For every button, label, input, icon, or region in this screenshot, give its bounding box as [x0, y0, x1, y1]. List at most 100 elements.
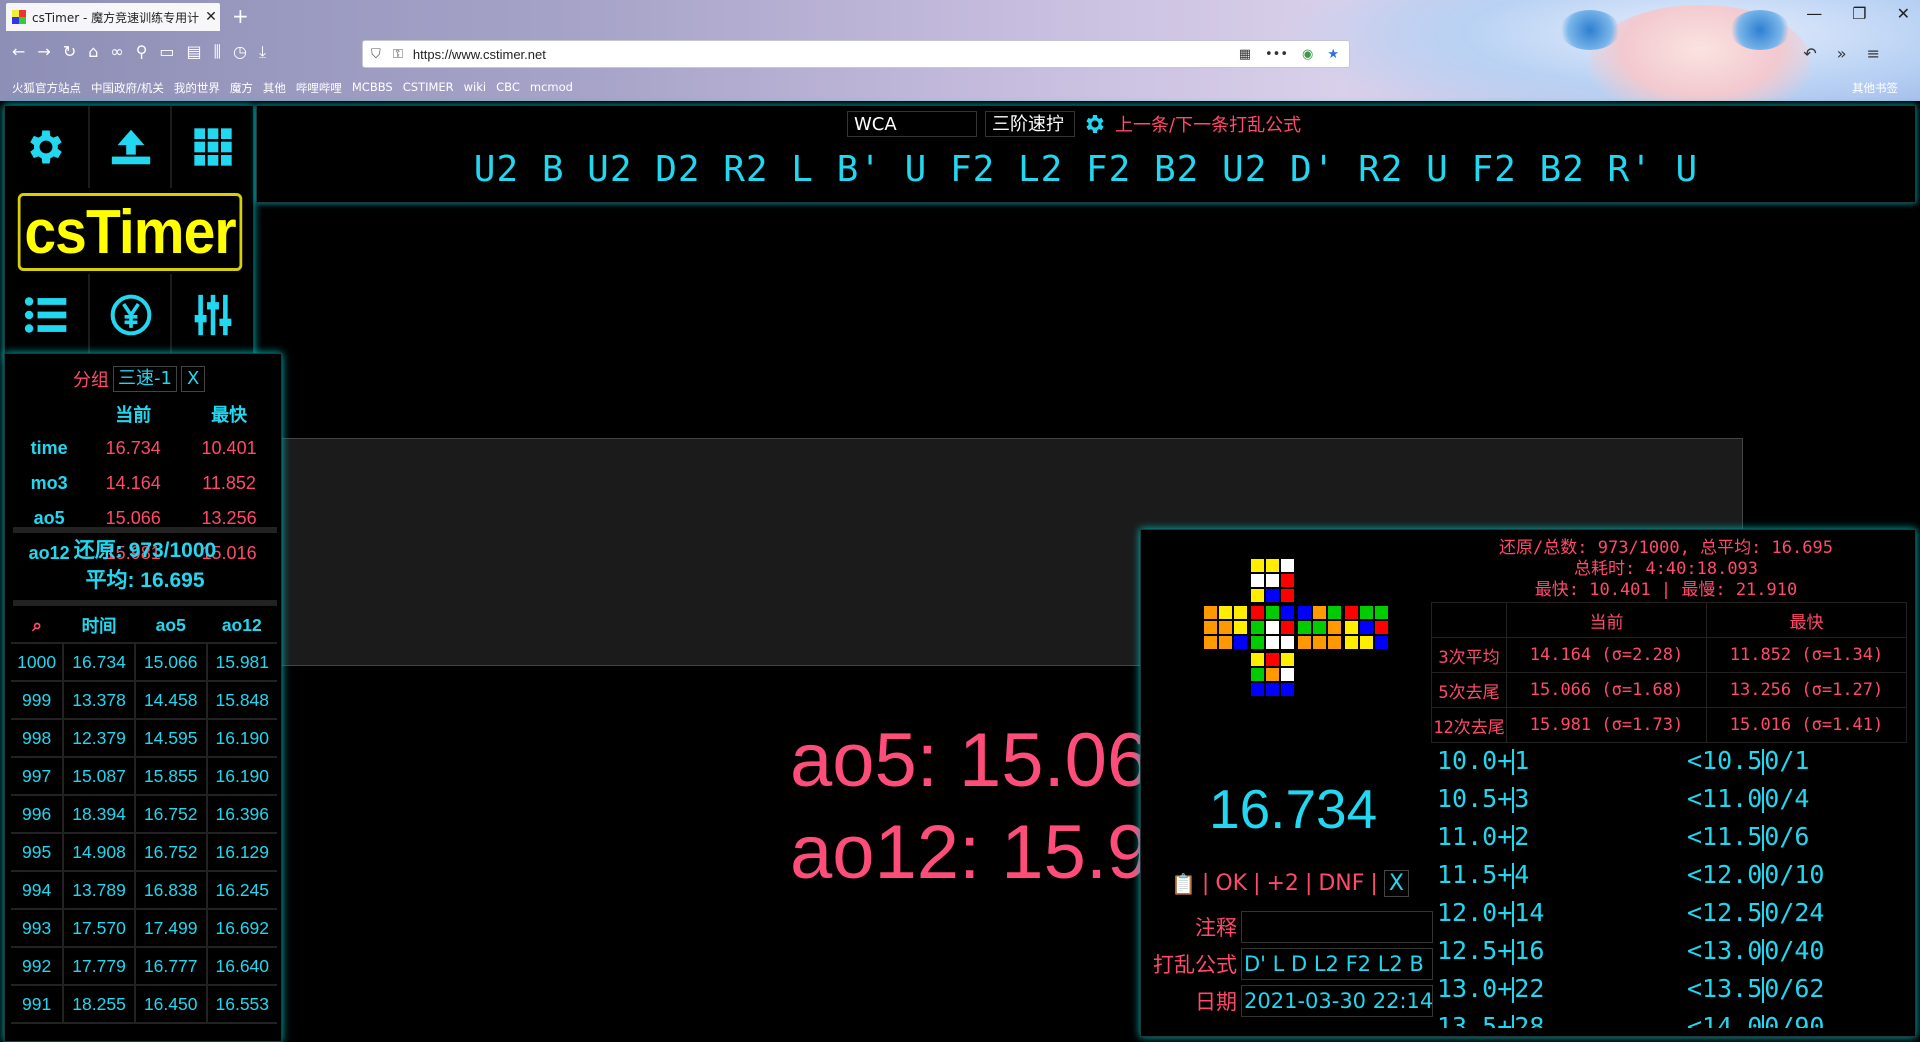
back-icon[interactable]: ← — [12, 42, 25, 62]
solve-index[interactable]: 991 — [11, 985, 65, 1024]
reload-icon[interactable]: ↻ — [63, 42, 76, 62]
maximize-icon[interactable]: ❐ — [1852, 4, 1866, 23]
stats-list-button[interactable] — [5, 274, 87, 356]
solve-ao5[interactable]: 14.458 — [134, 681, 208, 720]
solve-index[interactable]: 996 — [11, 795, 65, 834]
solve-time[interactable]: 13.378 — [63, 681, 136, 720]
table-row[interactable]: 991 18.255 16.450 16.553 — [11, 985, 277, 1024]
shield-icon[interactable]: ⛉ — [371, 47, 385, 62]
bookmark-item[interactable]: CBC — [496, 80, 520, 96]
table-row[interactable]: 995 14.908 16.752 16.129 — [11, 833, 277, 872]
solve-ao5[interactable]: 16.752 — [134, 795, 208, 834]
bookmark-item[interactable]: 魔方 — [230, 80, 253, 96]
scramble-tools-button[interactable] — [172, 106, 254, 188]
solve-ao12[interactable]: 16.190 — [206, 719, 277, 758]
solve-ao5[interactable]: 16.752 — [134, 833, 208, 872]
solve-ao5[interactable]: 16.777 — [134, 947, 208, 986]
minimize-icon[interactable]: — — [1806, 4, 1822, 23]
solve-index[interactable]: 995 — [11, 833, 65, 872]
solve-time[interactable]: 15.087 — [63, 757, 136, 796]
table-row[interactable]: 993 17.570 17.499 16.692 — [11, 909, 277, 948]
clipboard-icon[interactable]: 📋 — [1171, 872, 1196, 896]
table-row[interactable]: 997 15.087 15.855 16.190 — [11, 757, 277, 796]
note-input[interactable] — [1241, 910, 1433, 943]
solve-ao12[interactable]: 15.981 — [206, 643, 277, 682]
solve-ao12[interactable]: 16.129 — [206, 833, 277, 872]
search-icon[interactable]: ⚲ — [136, 42, 148, 62]
bookmark-item[interactable]: CSTIMER — [403, 80, 454, 96]
lock-icon[interactable]: ⚿ — [393, 47, 403, 62]
ok-button[interactable]: OK — [1215, 871, 1247, 896]
solve-index[interactable]: 997 — [11, 757, 65, 796]
scramble-value[interactable]: D' L D L2 F2 L2 B — [1241, 947, 1433, 980]
solve-time[interactable]: 16.734 — [63, 643, 136, 682]
solve-ao12[interactable]: 15.848 — [206, 681, 277, 720]
solve-time[interactable]: 13.789 — [63, 871, 136, 910]
sidebar-icon[interactable]: ▭ — [159, 42, 174, 62]
extension-icon[interactable]: ∞ — [110, 42, 123, 62]
url-bar[interactable]: ⛉ ⚿ https://www.cstimer.net ▦ ••• ◉ ★ — [362, 40, 1350, 68]
options-button[interactable] — [172, 274, 254, 356]
solve-time[interactable]: 14.908 — [63, 833, 136, 872]
donate-button[interactable] — [90, 274, 172, 356]
dnf-button[interactable]: DNF — [1318, 871, 1364, 896]
url-text[interactable]: https://www.cstimer.net — [413, 47, 546, 62]
browser-tab[interactable]: csTimer - 魔方竞速训练专用计 ✕ — [6, 3, 220, 31]
qr-icon[interactable]: ▦ — [1239, 47, 1251, 62]
solve-ao5[interactable]: 15.855 — [134, 757, 208, 796]
solve-ao12[interactable]: 16.692 — [206, 909, 277, 948]
undo-icon[interactable]: ↶ — [1803, 44, 1816, 63]
search-icon[interactable]: ⌕ — [11, 608, 64, 644]
forward-icon[interactable]: → — [37, 42, 50, 62]
session-summary[interactable]: 还原: 973/1000 平均: 16.695 — [13, 536, 277, 596]
more-icon[interactable]: ••• — [1265, 47, 1288, 62]
overflow-icon[interactable]: » — [1837, 44, 1847, 63]
gear-icon[interactable] — [1083, 112, 1107, 136]
table-row[interactable]: 999 13.378 14.458 15.848 — [11, 681, 277, 720]
solve-ao5[interactable]: 16.838 — [134, 871, 208, 910]
bookmark-item[interactable]: 哔哩哔哩 — [296, 80, 342, 96]
solve-time[interactable]: 17.570 — [63, 909, 136, 948]
plus2-button[interactable]: +2 — [1267, 871, 1299, 896]
bookmarks-other[interactable]: 其他书签 — [1852, 80, 1898, 96]
solve-ao5[interactable]: 16.450 — [134, 985, 208, 1024]
solve-index[interactable]: 993 — [11, 909, 65, 948]
solve-index[interactable]: 999 — [11, 681, 65, 720]
solve-ao12[interactable]: 16.553 — [206, 985, 277, 1024]
menu-icon[interactable]: ≡ — [1867, 44, 1880, 63]
bookmark-item[interactable]: MCBBS — [352, 80, 393, 96]
solve-ao12[interactable]: 16.190 — [206, 757, 277, 796]
cstimer-logo[interactable]: csTimer — [17, 193, 243, 271]
bookmark-item[interactable]: 火狐官方站点 — [12, 80, 81, 96]
table-row[interactable]: 996 18.394 16.752 16.396 — [11, 795, 277, 834]
table-row[interactable]: 992 17.779 16.777 16.640 — [11, 947, 277, 986]
reader-icon[interactable]: ▤ — [187, 42, 202, 62]
solve-ao12[interactable]: 16.640 — [206, 947, 277, 986]
date-value[interactable]: 2021-03-30 22:14 — [1241, 984, 1433, 1017]
new-tab-icon[interactable]: + — [232, 4, 249, 28]
bookmark-item[interactable]: 其他 — [263, 80, 286, 96]
export-button[interactable] — [90, 106, 172, 188]
solve-ao5[interactable]: 17.499 — [134, 909, 208, 948]
close-window-icon[interactable]: ✕ — [1897, 4, 1910, 23]
solve-time[interactable]: 12.379 — [63, 719, 136, 758]
puzzle-select[interactable]: 三阶速拧 — [985, 111, 1075, 137]
bookmark-item[interactable]: 我的世界 — [174, 80, 220, 96]
globe-icon[interactable]: ◉ — [1302, 47, 1313, 62]
download-icon[interactable]: ⤓ — [259, 42, 266, 62]
solve-index[interactable]: 998 — [11, 719, 65, 758]
solve-ao12[interactable]: 16.396 — [206, 795, 277, 834]
solve-time[interactable]: 17.779 — [63, 947, 136, 986]
bookmark-item[interactable]: wiki — [464, 80, 486, 96]
library-icon[interactable]: ⫼ — [214, 42, 221, 62]
home-icon[interactable]: ⌂ — [88, 42, 98, 62]
prev-next-scramble-link[interactable]: 上一条/下一条打乱公式 — [1115, 111, 1301, 137]
solve-ao5[interactable]: 14.595 — [134, 719, 208, 758]
table-row[interactable]: 994 13.789 16.838 16.245 — [11, 871, 277, 910]
solve-ao12[interactable]: 16.245 — [206, 871, 277, 910]
solve-index[interactable]: 994 — [11, 871, 65, 910]
solve-index[interactable]: 1000 — [11, 643, 65, 682]
solve-time[interactable]: 18.394 — [63, 795, 136, 834]
solve-index[interactable]: 992 — [11, 947, 65, 986]
delete-solve-button[interactable]: X — [1383, 870, 1409, 897]
